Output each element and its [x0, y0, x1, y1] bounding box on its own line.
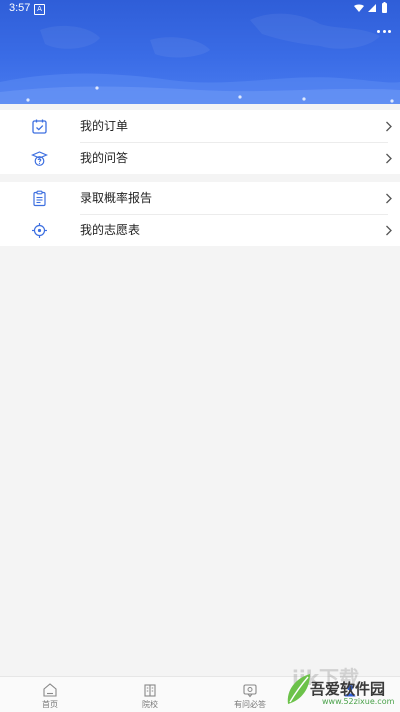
- system-icons: [354, 2, 387, 13]
- home-icon: [43, 683, 57, 697]
- watermark-url: www.52zixue.com: [322, 697, 395, 706]
- chevron-right-icon: [386, 121, 392, 132]
- profile-header: 3:57 A: [0, 0, 400, 104]
- chevron-right-icon: [386, 153, 392, 164]
- menu-item-my-orders[interactable]: 我的订单: [0, 110, 400, 142]
- dot-icon: [382, 29, 386, 33]
- menu-item-label: 我的问答: [80, 151, 129, 165]
- menu-item-label: 录取概率报告: [80, 191, 153, 205]
- menu-item-admission-report[interactable]: 录取概率报告: [0, 182, 400, 214]
- menu-item-label: 我的订单: [80, 119, 129, 133]
- calendar-check-icon: [32, 119, 47, 134]
- tab-label: 院校: [142, 700, 158, 709]
- tab-home[interactable]: 首页: [0, 677, 100, 712]
- menu-group-reports: 录取概率报告 我的志愿表: [0, 182, 400, 246]
- graduate-question-icon: [31, 151, 48, 166]
- signal-icon: [368, 4, 376, 12]
- watermark-brand: 吾爱软件园: [310, 680, 386, 698]
- menu-item-my-qa[interactable]: 我的问答: [0, 142, 400, 174]
- chevron-right-icon: [386, 225, 392, 236]
- clipboard-report-icon: [33, 190, 46, 207]
- more-options-button[interactable]: [377, 26, 391, 36]
- menu-item-label: 我的志愿表: [80, 223, 141, 237]
- menu-group-orders: 我的订单 我的问答: [0, 110, 400, 174]
- menu-item-my-wishlist[interactable]: 我的志愿表: [0, 214, 400, 246]
- header-wave: [0, 73, 400, 104]
- qa-icon: [243, 684, 257, 698]
- chevron-right-icon: [386, 193, 392, 204]
- school-building-icon: [144, 684, 156, 697]
- notification-icon: A: [34, 4, 45, 15]
- wifi-icon: [354, 4, 364, 12]
- tab-schools[interactable]: 院校: [100, 677, 200, 712]
- site-watermark: ijk下载 吾爱软件园 www.52zixue.com: [282, 666, 400, 711]
- status-bar: 3:57 A: [0, 0, 400, 16]
- status-time: 3:57: [9, 2, 31, 14]
- dot-icon: [377, 29, 380, 33]
- target-icon: [32, 223, 47, 238]
- dot-icon: [388, 29, 391, 33]
- tab-label: 首页: [42, 700, 58, 709]
- battery-icon: [382, 3, 387, 13]
